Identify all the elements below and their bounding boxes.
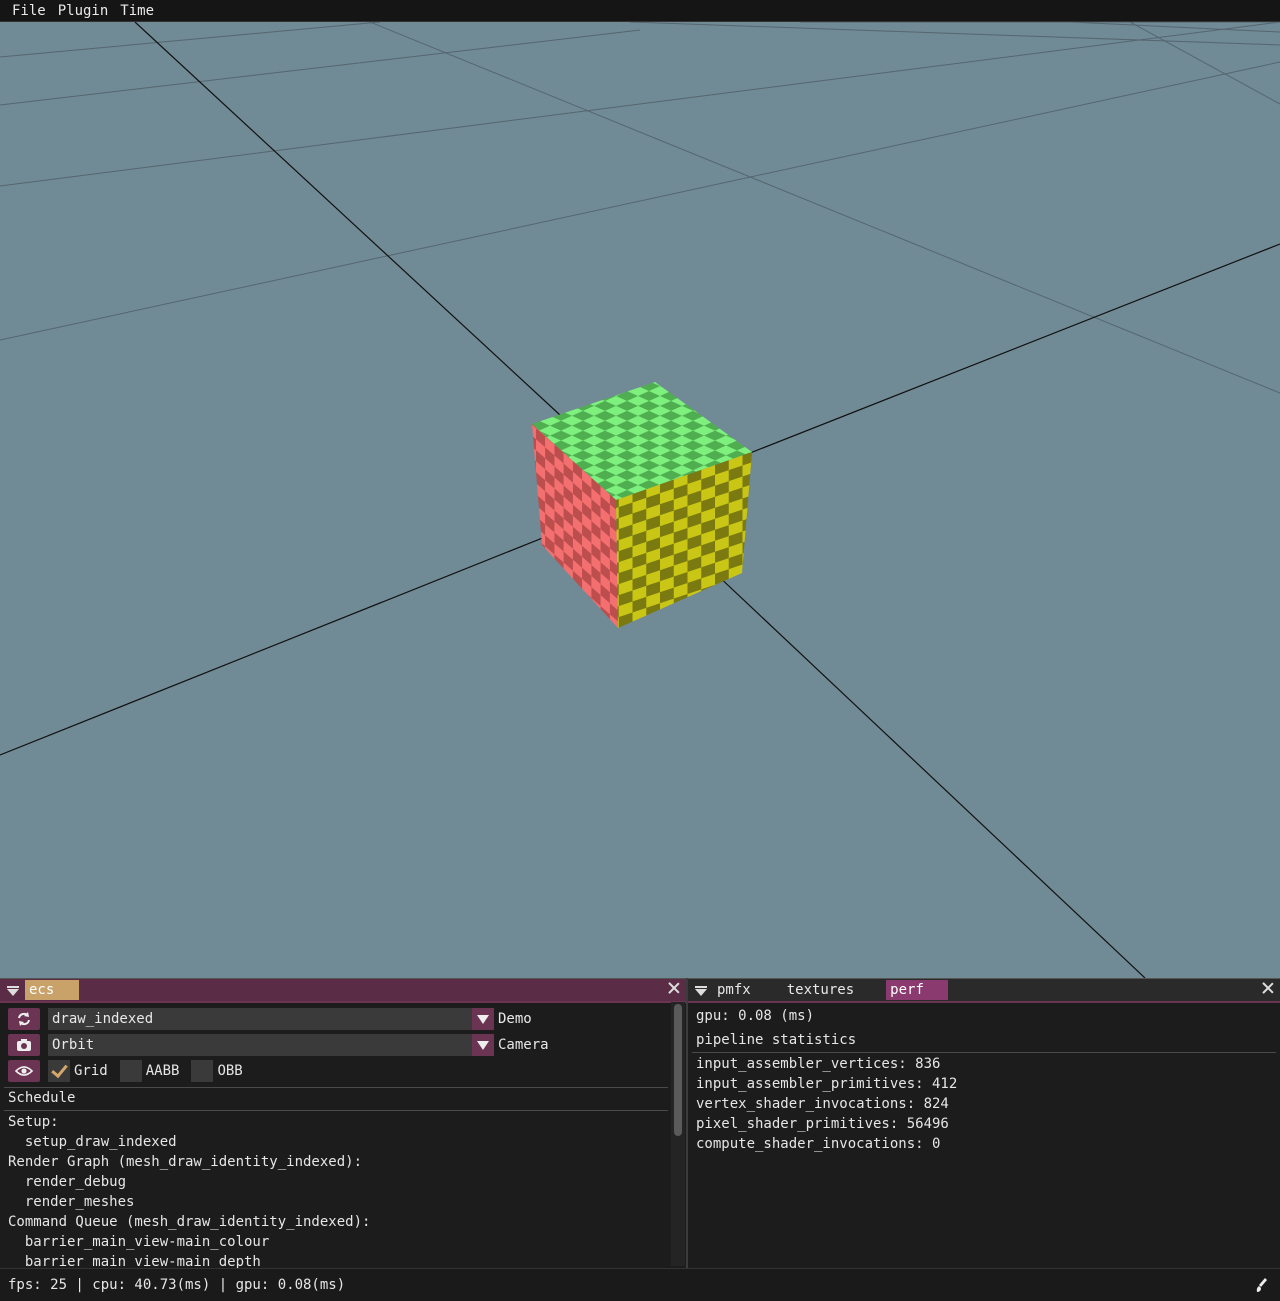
close-icon[interactable]: [1262, 982, 1274, 994]
aabb-checkbox[interactable]: [119, 1060, 142, 1082]
status-bar: fps: 25 | cpu: 40.73(ms) | gpu: 0.08(ms): [0, 1268, 1280, 1301]
schedule-header[interactable]: Schedule: [8, 1090, 75, 1106]
tab-textures[interactable]: textures: [783, 980, 858, 1000]
scene-viewport[interactable]: [0, 22, 1280, 978]
dropdown-arrow-icon[interactable]: [472, 1034, 494, 1056]
refresh-icon: [18, 1012, 30, 1026]
scene-render: [0, 22, 1280, 978]
gpu-time: gpu: 0.08 (ms): [696, 1008, 815, 1024]
stat-line: input_assembler_primitives: 412: [696, 1076, 958, 1092]
menu-time[interactable]: Time: [116, 3, 162, 19]
tab-pmfx[interactable]: pmfx: [713, 980, 755, 1000]
camera-select[interactable]: Orbit: [48, 1034, 494, 1056]
schedule-line: Command Queue (mesh_draw_identity_indexe…: [8, 1214, 371, 1230]
panel-menu-icon[interactable]: [7, 985, 19, 996]
menu-bar: File Plugin Time: [0, 0, 1280, 22]
eye-icon: [15, 1066, 33, 1076]
schedule-line: Setup:: [8, 1114, 59, 1130]
aabb-label: AABB: [145, 1063, 180, 1079]
tab-ecs[interactable]: ecs: [25, 980, 79, 1000]
ecs-scrollbar-thumb[interactable]: [674, 1004, 682, 1136]
visibility-row: Grid AABB OBB: [8, 1060, 255, 1082]
stat-line: pixel_shader_primitives: 56496: [696, 1116, 949, 1132]
obb-label: OBB: [217, 1063, 243, 1079]
obb-checkbox[interactable]: [191, 1060, 214, 1082]
camera-icon: [17, 1039, 31, 1051]
divider: [4, 1110, 668, 1111]
divider: [4, 1087, 668, 1088]
schedule-line: render_debug: [8, 1174, 127, 1190]
schedule-line: render_meshes: [8, 1194, 135, 1210]
pipeline-header[interactable]: pipeline statistics: [696, 1032, 856, 1048]
schedule-line: Render Graph (mesh_draw_identity_indexed…: [8, 1154, 363, 1170]
stat-line: vertex_shader_invocations: 824: [696, 1096, 949, 1112]
divider: [692, 1052, 1276, 1053]
schedule-line: barrier_main_view-main_depth: [8, 1254, 261, 1268]
demo-row: draw_indexed Demo: [8, 1008, 532, 1030]
camera-button[interactable]: [8, 1034, 40, 1056]
dropdown-arrow-icon[interactable]: [472, 1008, 494, 1030]
perf-tabbar: pmfx textures perf: [688, 979, 1280, 1003]
refresh-button[interactable]: [8, 1008, 40, 1030]
menu-plugin[interactable]: Plugin: [54, 3, 117, 19]
visibility-button[interactable]: [8, 1060, 40, 1082]
panel-menu-icon[interactable]: [695, 985, 707, 996]
demo-select[interactable]: draw_indexed: [48, 1008, 494, 1030]
camera-select-value: Orbit: [52, 1037, 95, 1053]
close-icon[interactable]: [668, 982, 680, 994]
ecs-tabbar: ecs: [0, 979, 686, 1003]
tab-perf[interactable]: perf: [886, 980, 949, 1000]
schedule-line: setup_draw_indexed: [8, 1134, 177, 1150]
camera-row: Orbit Camera: [8, 1034, 549, 1056]
grid-checkbox[interactable]: [48, 1060, 70, 1082]
stat-line: compute_shader_invocations: 0: [696, 1136, 941, 1152]
stat-line: input_assembler_vertices: 836: [696, 1056, 941, 1072]
menu-file[interactable]: File: [0, 3, 54, 19]
schedule-line: barrier_main_view-main_colour: [8, 1234, 270, 1250]
demo-label: Demo: [498, 1011, 532, 1027]
checkmark-icon: [50, 1060, 68, 1079]
grid-label: Grid: [74, 1063, 108, 1079]
demo-select-value: draw_indexed: [52, 1011, 154, 1027]
camera-label: Camera: [498, 1037, 549, 1053]
status-text: fps: 25 | cpu: 40.73(ms) | gpu: 0.08(ms): [8, 1277, 346, 1293]
brush-icon[interactable]: [1256, 1277, 1268, 1293]
